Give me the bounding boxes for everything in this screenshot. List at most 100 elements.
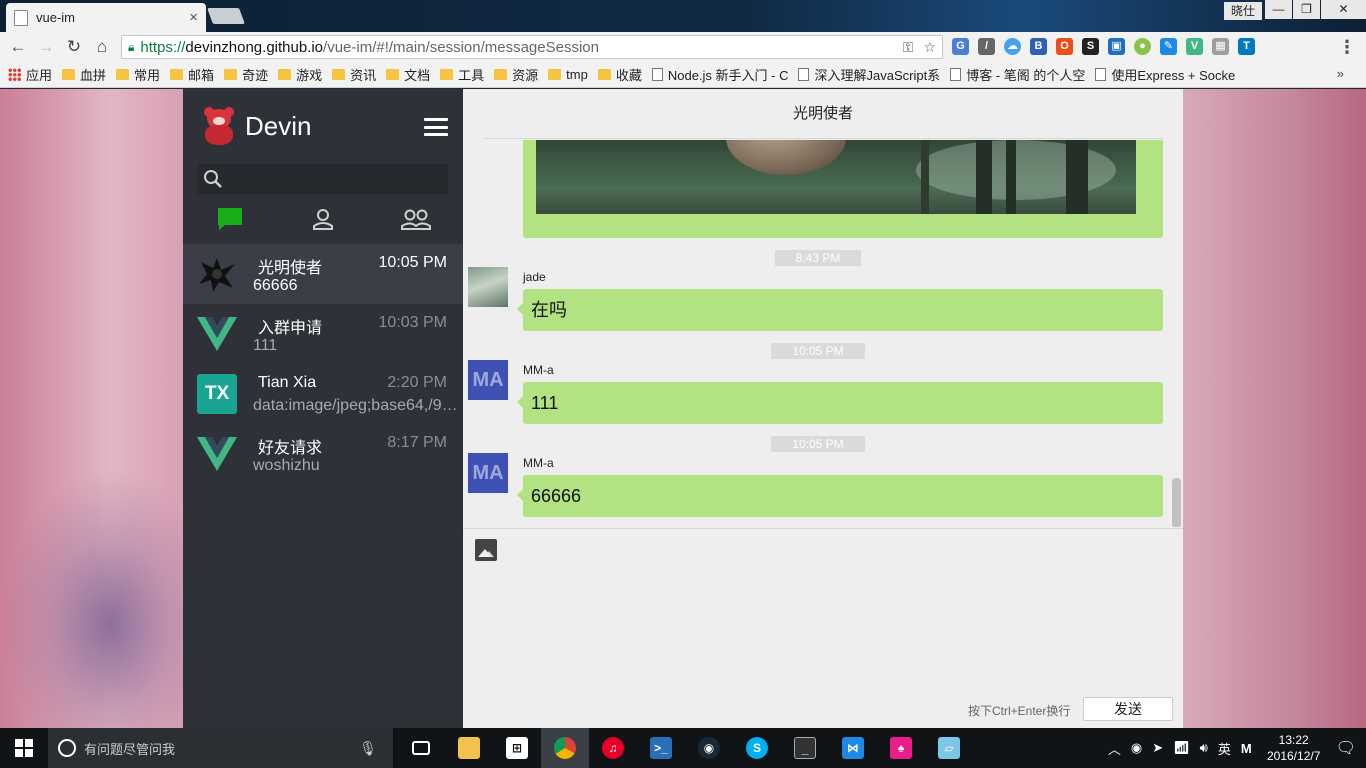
forest-photo[interactable] (536, 140, 1136, 214)
bear-avatar-icon[interactable] (201, 107, 237, 145)
color-picker-extension-icon[interactable]: / (978, 38, 995, 55)
office-extension-icon[interactable]: O (1056, 38, 1073, 55)
apps-icon (8, 68, 21, 81)
steam-tray-icon[interactable]: ◉ (1131, 740, 1142, 756)
folder-icon (332, 69, 346, 80)
chevron-up-icon[interactable]: ︿ (1108, 739, 1121, 758)
menu-icon[interactable] (424, 118, 448, 136)
send-button[interactable]: 发送 (1083, 697, 1173, 721)
bookmark-link[interactable]: 使用Express + Socke (1095, 65, 1235, 84)
circle-extension-icon[interactable]: ● (1134, 38, 1151, 55)
taskbar-app[interactable]: ▱ (925, 728, 973, 768)
notification-icon[interactable]: 🗨︎ (1336, 738, 1356, 758)
forward-button[interactable]: → (32, 37, 60, 57)
image-message[interactable] (523, 140, 1163, 238)
address-bar[interactable]: 🔒︎ https://devinzhong.github.io/vue-im/#… (121, 35, 943, 59)
vscode-icon: ⋈ (842, 737, 864, 759)
bookmark-folder[interactable]: 资源 (494, 65, 538, 84)
bookmark-folder[interactable]: 邮箱 (170, 65, 214, 84)
session-time: 10:03 PM (378, 314, 447, 331)
search-input[interactable] (229, 171, 429, 187)
avatar[interactable] (468, 267, 508, 307)
scrollbar[interactable] (1172, 478, 1181, 527)
taskbar-terminal[interactable]: _ (781, 728, 829, 768)
bookmark-folder[interactable]: 收藏 (597, 65, 642, 84)
tab-title: vue-im (36, 10, 76, 25)
volume-icon[interactable]: 🔊︎ (1200, 740, 1208, 756)
profile-button[interactable]: 晓仕 (1224, 2, 1262, 20)
extension-icon[interactable]: B (1030, 38, 1047, 55)
window-extension-icon[interactable]: ▣ (1108, 38, 1125, 55)
bookmark-link[interactable]: Node.js 新手入门 - C (651, 65, 788, 84)
taskbar-vscode[interactable]: ⋈ (829, 728, 877, 768)
bookmark-folder[interactable]: 工具 (440, 65, 484, 84)
wifi-icon[interactable]: 📶︎ (1173, 740, 1190, 756)
steam-icon: ◉ (698, 737, 720, 759)
bookmark-folder[interactable]: 常用 (116, 65, 160, 84)
bookmark-link[interactable]: 博客 - 笔阁 的个人空 (950, 65, 1085, 84)
session-name: 好友请求 (258, 440, 323, 457)
bookmark-folder[interactable]: 文档 (386, 65, 430, 84)
reload-button[interactable]: ↻ (60, 37, 88, 57)
folder-icon (116, 69, 130, 80)
bookmark-star-icon[interactable]: ☆ (923, 39, 936, 56)
browser-menu-icon[interactable]: ⋮ (1338, 37, 1356, 58)
new-tab-button[interactable] (207, 8, 245, 24)
browser-tab[interactable]: vue-im × (6, 3, 206, 32)
bookmark-link[interactable]: 深入理解JavaScript系 (798, 65, 940, 84)
s-extension-icon[interactable]: S (1082, 38, 1099, 55)
send-icon[interactable]: ➤ (1152, 740, 1163, 756)
trello-extension-icon[interactable]: T (1238, 38, 1255, 55)
key-icon[interactable]: ⚿ (903, 39, 914, 56)
leaf-extension-icon[interactable]: ✎ (1160, 38, 1177, 55)
session-item[interactable]: 光明使者 10:05 PM 66666 (183, 244, 463, 304)
taskbar-steam[interactable]: ◉ (685, 728, 733, 768)
taskbar-search[interactable]: 有问题尽管问我 🎙︎ (48, 728, 393, 768)
bookmark-apps[interactable]: 应用 (8, 65, 52, 84)
taskbar-netease-music[interactable]: ♫ (589, 728, 637, 768)
close-window-button[interactable]: ✕ (1321, 0, 1366, 19)
tab-groups[interactable] (370, 203, 463, 235)
message-list[interactable]: 8:43 PM jade 在吗 10:05 PM MA MM-a 111 10:… (463, 140, 1183, 527)
taskbar-powershell[interactable]: >_ (637, 728, 685, 768)
bookmark-folder[interactable]: 血拼 (62, 65, 106, 84)
taskbar-explorer[interactable] (445, 728, 493, 768)
tab-contacts[interactable] (276, 203, 369, 235)
back-button[interactable]: ← (4, 37, 32, 57)
taskbar-qq[interactable]: ♠ (877, 728, 925, 768)
avatar[interactable]: MA (468, 360, 508, 400)
avatar[interactable]: MA (468, 453, 508, 493)
microphone-icon[interactable]: 🎙︎ (359, 740, 377, 757)
cloud-extension-icon[interactable]: ☁ (1004, 38, 1021, 55)
clock[interactable]: 13:22 2016/12/7 (1262, 732, 1326, 764)
ime-indicator[interactable]: 英 (1218, 739, 1231, 758)
session-item[interactable]: TX Tian Xia 2:20 PM data:image/jpeg;base… (183, 364, 463, 424)
tab-close-button[interactable]: × (189, 9, 198, 26)
vue-devtools-icon[interactable]: V (1186, 38, 1203, 55)
folder-icon (597, 69, 611, 80)
home-button[interactable]: ⌂ (88, 37, 116, 57)
taskbar-chrome[interactable] (541, 728, 589, 768)
bookmarks-overflow-button[interactable]: » (1337, 66, 1344, 81)
ime-mode-indicator[interactable]: M (1241, 741, 1252, 756)
bookmark-folder[interactable]: 资讯 (332, 65, 376, 84)
message-sender: MM-a (523, 456, 554, 470)
qr-extension-icon[interactable]: ▦ (1212, 38, 1229, 55)
taskbar-skype[interactable]: S (733, 728, 781, 768)
minimize-button[interactable]: — (1265, 0, 1292, 19)
translate-extension-icon[interactable]: G (952, 38, 969, 55)
message-sender: MM-a (523, 363, 554, 377)
bookmark-folder[interactable]: 游戏 (278, 65, 322, 84)
start-button[interactable] (0, 728, 48, 768)
skype-icon: S (746, 737, 768, 759)
image-upload-icon[interactable] (475, 539, 497, 561)
task-view-button[interactable] (397, 728, 445, 768)
session-item[interactable]: 好友请求 8:17 PM woshizhu (183, 424, 463, 484)
taskbar-store[interactable]: ⊞ (493, 728, 541, 768)
user-name: Devin (245, 110, 312, 141)
bookmark-folder[interactable]: 奇迹 (224, 65, 268, 84)
tab-messages[interactable] (183, 203, 276, 235)
restore-button[interactable]: ❐ (1293, 0, 1320, 19)
bookmark-folder[interactable]: tmp (548, 67, 588, 82)
session-item[interactable]: 入群申请 10:03 PM 111 (183, 304, 463, 364)
